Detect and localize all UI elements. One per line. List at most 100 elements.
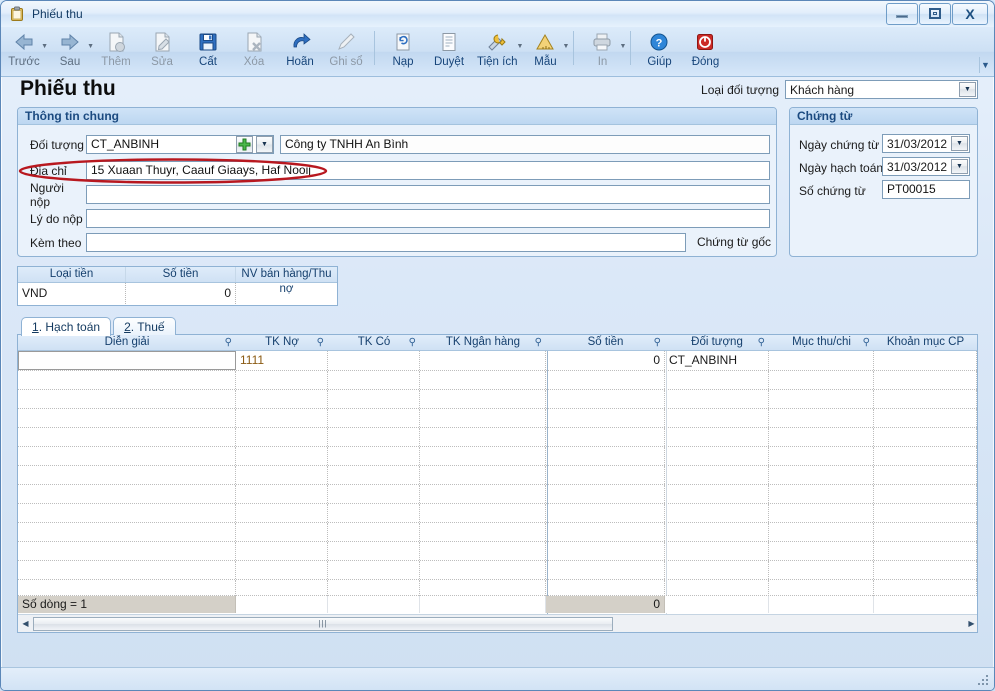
table-row-empty[interactable]: [18, 504, 977, 523]
column-header-so-tien[interactable]: Số tiền: [126, 267, 236, 282]
table-row-empty[interactable]: [18, 409, 977, 428]
cell-tk-ngan-hang[interactable]: [420, 485, 546, 503]
cell-khoan-muc-cp[interactable]: [874, 561, 977, 579]
dia-chi-input[interactable]: 15 Xuaan Thuyr, Caauf Giaays, Haf Nooij: [86, 161, 770, 180]
cell-dien-giai[interactable]: [18, 542, 236, 560]
toolbar-button-giup[interactable]: ? Giúp: [636, 27, 682, 75]
cell-dien-giai[interactable]: [18, 351, 236, 370]
cell-doi-tuong[interactable]: [665, 485, 769, 503]
cell-so-tien[interactable]: [546, 523, 665, 541]
cell-tk-co[interactable]: [328, 409, 420, 427]
scrollbar-thumb[interactable]: |||: [33, 617, 613, 631]
cell-khoan-muc-cp[interactable]: [874, 542, 977, 560]
cell-khoan-muc-cp[interactable]: [874, 523, 977, 541]
cell-tk-no[interactable]: [236, 371, 328, 389]
pin-icon[interactable]: ⚲: [863, 336, 870, 349]
cell-doi-tuong[interactable]: [665, 523, 769, 541]
cell-tk-co[interactable]: [328, 466, 420, 484]
cell-so-tien[interactable]: [546, 504, 665, 522]
cell-so-tien[interactable]: [546, 466, 665, 484]
cell-tk-no[interactable]: [236, 561, 328, 579]
cell-khoan-muc-cp[interactable]: [874, 485, 977, 503]
cell-dien-giai[interactable]: [18, 390, 236, 408]
toolbar-button-ghi-so[interactable]: Ghi sổ: [323, 27, 369, 75]
cell-tk-no[interactable]: [236, 390, 328, 408]
cell-tk-no[interactable]: [236, 523, 328, 541]
cell-muc-thu-chi[interactable]: [769, 351, 874, 370]
column-header-so-tien[interactable]: Số tiền ⚲: [546, 335, 665, 350]
cell-so-tien[interactable]: [546, 447, 665, 465]
cell-so-tien[interactable]: 0: [546, 351, 665, 370]
cell-doi-tuong[interactable]: [665, 504, 769, 522]
toolbar-button-xoa[interactable]: Xóa: [231, 27, 277, 75]
kem-theo-input[interactable]: [86, 233, 686, 252]
cell-tk-ngan-hang[interactable]: [420, 523, 546, 541]
ngay-chung-tu-datepicker[interactable]: 31/03/2012 ▼: [882, 134, 970, 153]
toolbar-button-tien-ich[interactable]: Tiện ích ▼: [472, 27, 522, 75]
cell-tk-ngan-hang[interactable]: [420, 351, 546, 370]
cell-dien-giai[interactable]: [18, 561, 236, 579]
column-header-khoan-muc-cp[interactable]: Khoản mục CP: [874, 335, 977, 350]
cell-doi-tuong[interactable]: [665, 371, 769, 389]
cell-so-tien[interactable]: [546, 409, 665, 427]
toolbar-button-sua[interactable]: Sửa: [139, 27, 185, 75]
pin-icon[interactable]: ⚲: [409, 336, 416, 349]
cell-so-tien[interactable]: [546, 371, 665, 389]
so-chung-tu-input[interactable]: PT00015: [882, 180, 970, 199]
title-bar[interactable]: Phiếu thu X: [1, 1, 994, 27]
cell-dien-giai[interactable]: [18, 466, 236, 484]
cell-tk-ngan-hang[interactable]: [420, 390, 546, 408]
cell-tk-no[interactable]: [236, 466, 328, 484]
cell-tk-no[interactable]: 1111: [236, 351, 328, 370]
cell-muc-thu-chi[interactable]: [769, 447, 874, 465]
table-row[interactable]: VND 0: [18, 283, 337, 304]
cell-so-tien[interactable]: [546, 485, 665, 503]
cell-tk-co[interactable]: [328, 351, 420, 370]
toolbar-button-truoc[interactable]: Trước ▼: [1, 27, 47, 75]
object-type-select[interactable]: Khách hàng ▼: [785, 80, 978, 99]
column-header-doi-tuong[interactable]: Đối tượng ⚲: [665, 335, 769, 350]
toolbar-button-nap[interactable]: Nạp: [380, 27, 426, 75]
toolbar-button-dong[interactable]: Đóng: [682, 27, 728, 75]
toolbar-overflow-button[interactable]: ▼: [979, 57, 991, 73]
chevron-down-icon[interactable]: ▼: [563, 43, 570, 50]
cell-tk-ngan-hang[interactable]: [420, 428, 546, 446]
cell-tk-ngan-hang[interactable]: [420, 447, 546, 465]
table-row[interactable]: 1111 0CT_ANBINH: [18, 351, 977, 371]
cell-muc-thu-chi[interactable]: [769, 523, 874, 541]
scroll-left-icon[interactable]: ◀: [18, 616, 33, 632]
cell-doi-tuong[interactable]: [665, 409, 769, 427]
cell-tk-no[interactable]: [236, 409, 328, 427]
cell-dien-giai[interactable]: [18, 428, 236, 446]
cell-muc-thu-chi[interactable]: [769, 504, 874, 522]
cell-doi-tuong[interactable]: [665, 466, 769, 484]
cell-doi-tuong[interactable]: CT_ANBINH: [665, 351, 769, 370]
cell-khoan-muc-cp[interactable]: [874, 371, 977, 389]
column-header-tk-no[interactable]: TK Nợ ⚲: [236, 335, 328, 350]
cell-tk-co[interactable]: [328, 561, 420, 579]
close-button[interactable]: X: [952, 3, 988, 25]
cell-muc-thu-chi[interactable]: [769, 371, 874, 389]
toolbar-button-cat[interactable]: Cất: [185, 27, 231, 75]
cell-doi-tuong[interactable]: [665, 390, 769, 408]
cell-tk-ngan-hang[interactable]: [420, 371, 546, 389]
grid-horizontal-scrollbar[interactable]: ◀ ||| ▶: [18, 614, 978, 632]
cell-tk-co[interactable]: [328, 485, 420, 503]
table-row-empty[interactable]: [18, 485, 977, 504]
pin-icon[interactable]: ⚲: [535, 336, 542, 349]
table-row-empty[interactable]: [18, 447, 977, 466]
cell-tk-co[interactable]: [328, 371, 420, 389]
table-row-empty[interactable]: [18, 428, 977, 447]
cell-doi-tuong[interactable]: [665, 447, 769, 465]
table-row-empty[interactable]: [18, 523, 977, 542]
cell-tk-ngan-hang[interactable]: [420, 504, 546, 522]
cell-doi-tuong[interactable]: [665, 542, 769, 560]
chung-tu-goc-button[interactable]: Chứng từ gốc: [692, 231, 776, 252]
column-header-dien-giai[interactable]: Diễn giải ⚲: [18, 335, 236, 350]
tab-hach-toan[interactable]: 1. Hạch toán: [21, 317, 111, 336]
cell-tk-no[interactable]: [236, 542, 328, 560]
cell-dien-giai[interactable]: [18, 504, 236, 522]
cell-so-tien[interactable]: [546, 561, 665, 579]
table-row-empty[interactable]: [18, 371, 977, 390]
cell-muc-thu-chi[interactable]: [769, 485, 874, 503]
